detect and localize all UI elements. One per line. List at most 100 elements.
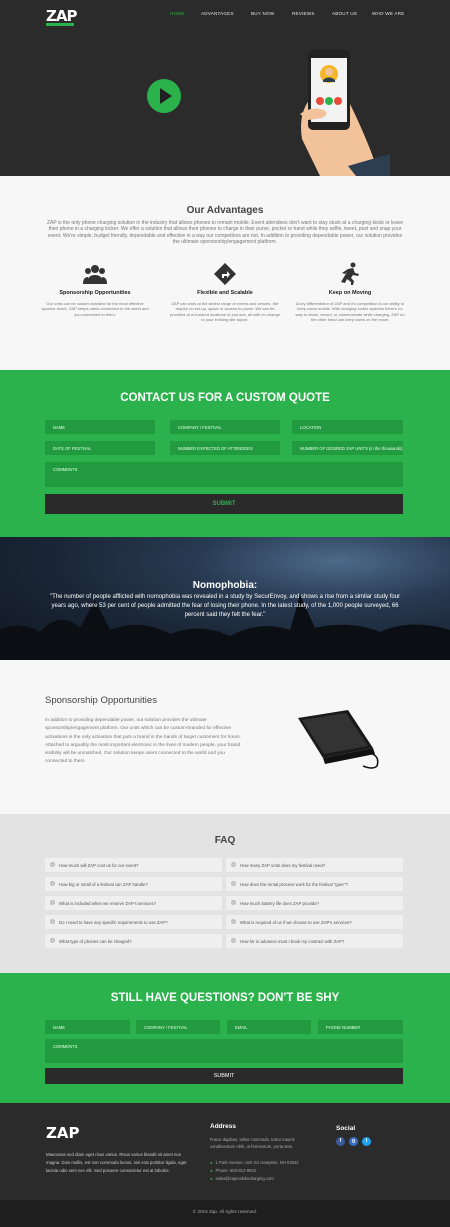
plus-icon: + bbox=[50, 900, 55, 905]
twitter-icon[interactable]: t bbox=[362, 1137, 371, 1146]
footer-about: Maecenas sed diam eget risus varius. Ris… bbox=[46, 1152, 187, 1173]
nav-about-us[interactable]: ABOUT US bbox=[332, 11, 357, 16]
name-field[interactable]: NAME bbox=[45, 1020, 130, 1034]
feature-moving: Keep on Moving A key differentiator of Z… bbox=[295, 262, 405, 322]
nav-who-we-are[interactable]: WHO WE ARE bbox=[372, 11, 404, 16]
faq-question: How does the rental process work for the… bbox=[240, 882, 348, 887]
plus-icon: + bbox=[50, 938, 55, 943]
company-field[interactable]: COMPANY / FESTIVAL bbox=[136, 1020, 220, 1034]
comments-field[interactable]: COMMENTS bbox=[45, 1039, 403, 1063]
plus-icon: + bbox=[231, 938, 236, 943]
sponsorship-title: Sponsorship Opportunities bbox=[45, 695, 157, 706]
location-field[interactable]: LOCATION bbox=[292, 420, 403, 434]
nomophobia-title: Nomophobia: bbox=[192, 580, 258, 591]
faq-item[interactable]: + How much battery life does ZAP provide? bbox=[226, 896, 403, 910]
advantages-section: Our Advantages ZAP is the only phone cha… bbox=[0, 176, 450, 370]
charger-phone-image bbox=[298, 710, 379, 769]
main-nav: HOME ADVANTAGES BUY NOW REVIEWS ABOUT US… bbox=[170, 11, 450, 19]
plus-icon: + bbox=[231, 862, 236, 867]
email-field[interactable]: EMAIL bbox=[227, 1020, 311, 1034]
name-field[interactable]: NAME bbox=[45, 420, 155, 434]
quote-form-section: CONTACT US FOR A CUSTOM QUOTE NAME COMPA… bbox=[0, 370, 450, 537]
people-icon bbox=[40, 262, 150, 286]
social-title: Social bbox=[336, 1125, 356, 1132]
copyright-bar: © 2016 Zap. All rights reserved. bbox=[0, 1200, 450, 1227]
faq-section: FAQ + How much will ZAP cost us for our e… bbox=[0, 814, 450, 973]
nav-home[interactable]: HOME bbox=[170, 11, 185, 16]
sponsorship-text: In addition to providing dependable powe… bbox=[45, 718, 241, 765]
email-text: sales@zapmobilecharging.com bbox=[215, 1176, 274, 1181]
feature-sponsorship: Sponsorship Opportunities Our units can … bbox=[40, 262, 150, 317]
quote-form-title: CONTACT US FOR A CUSTOM QUOTE bbox=[120, 392, 330, 404]
faq-question: How big or small of a festival can ZAP h… bbox=[59, 882, 148, 887]
faq-item[interactable]: + How big or small of a festival can ZAP … bbox=[45, 877, 222, 891]
faq-item[interactable]: + How far in advance must I book my contr… bbox=[226, 934, 403, 948]
address-title: Address bbox=[210, 1123, 237, 1130]
plus-icon: + bbox=[50, 862, 55, 867]
footer-logo[interactable]: ZAP bbox=[46, 1124, 79, 1142]
faq-question: Do I need to have any specific requireme… bbox=[59, 920, 168, 925]
submit-button[interactable]: SUBMIT bbox=[45, 494, 403, 514]
plus-icon: + bbox=[231, 919, 236, 924]
street-text: 1 Park Avenue, Unit G1 Hampton, NH 03842 bbox=[215, 1160, 299, 1165]
footer: ZAP Maecenas sed diam eget risus varius.… bbox=[0, 1103, 450, 1200]
email-icon: ● bbox=[210, 1176, 213, 1181]
nav-advantages[interactable]: ADVANTAGES bbox=[201, 11, 234, 16]
faq-question: How much will ZAP cost us for our event? bbox=[59, 863, 139, 868]
faq-question: What is included when we reserve ZAP's s… bbox=[59, 901, 157, 906]
play-icon[interactable] bbox=[147, 79, 181, 113]
plus-icon: + bbox=[50, 919, 55, 924]
submit-button[interactable]: SUBMIT bbox=[45, 1068, 403, 1084]
hero-section: ZAP HOME ADVANTAGES BUY NOW REVIEWS ABOU… bbox=[0, 0, 450, 176]
faq-question: How many ZAP units does my festival need… bbox=[240, 863, 326, 868]
units-field[interactable]: NUMBER OF DESIRED ZAP UNITS (in the thou… bbox=[292, 441, 403, 455]
faq-item[interactable]: + How much will ZAP cost us for our event… bbox=[45, 858, 222, 872]
faq-item[interactable]: + What type of phones can be charged? bbox=[45, 934, 222, 948]
faq-question: How far in advance must I book my contra… bbox=[240, 939, 345, 944]
feature-text: ZAP can work at the widest range of even… bbox=[170, 301, 280, 322]
date-field[interactable]: DATE OF FESTIVAL bbox=[45, 441, 155, 455]
faq-item[interactable]: + Do I need to have any specific requirem… bbox=[45, 915, 222, 929]
comments-field[interactable]: COMMENTS bbox=[45, 462, 403, 487]
plus-icon: + bbox=[50, 881, 55, 886]
questions-form-title: STILL HAVE QUESTIONS? DON'T BE SHY bbox=[110, 992, 340, 1004]
faq-item[interactable]: + How many ZAP units does my festival nee… bbox=[226, 858, 403, 872]
phone-icon: ● bbox=[210, 1168, 213, 1173]
street-line: ● 1 Park Avenue, Unit G1 Hampton, NH 0384… bbox=[210, 1160, 299, 1165]
attendees-field[interactable]: NUMBER EXPECTED OF ATTENDEES bbox=[170, 441, 280, 455]
plus-icon: + bbox=[231, 881, 236, 886]
email-line[interactable]: ● sales@zapmobilecharging.com bbox=[210, 1176, 274, 1181]
plus-icon: + bbox=[231, 900, 236, 905]
address-text: Fusce dapibus, tellus commodo, tortor ma… bbox=[210, 1137, 295, 1149]
header-logo[interactable]: ZAP bbox=[46, 7, 78, 26]
faq-question: What is required of us if we choose to u… bbox=[240, 920, 352, 925]
advantages-title: Our Advantages bbox=[186, 205, 264, 216]
sponsorship-section: Sponsorship Opportunities In addition to… bbox=[0, 660, 450, 814]
feature-title: Keep on Moving bbox=[328, 290, 372, 296]
feature-title: Sponsorship Opportunities bbox=[59, 290, 131, 296]
company-field[interactable]: COMPANY / FESTIVAL bbox=[170, 420, 280, 434]
advantages-intro: ZAP is the only phone charging solution … bbox=[46, 220, 404, 245]
googleplus-icon[interactable]: g bbox=[349, 1137, 358, 1146]
faq-item[interactable]: + What is included when we reserve ZAP's … bbox=[45, 896, 222, 910]
facebook-icon[interactable]: f bbox=[336, 1137, 345, 1146]
runner-icon bbox=[295, 262, 405, 286]
copyright-text: © 2016 Zap. All rights reserved. bbox=[192, 1209, 258, 1214]
hand-phone-illustration bbox=[300, 50, 390, 176]
faq-item[interactable]: + How does the rental process work for th… bbox=[226, 877, 403, 891]
feature-flexible: Flexible and Scalable ZAP can work at th… bbox=[170, 262, 280, 322]
directions-icon bbox=[170, 262, 280, 286]
phone-line: ● Phone: 603-812-9502 bbox=[210, 1168, 256, 1173]
location-icon: ● bbox=[210, 1160, 213, 1165]
phone-field[interactable]: PHONE NUMBER bbox=[318, 1020, 403, 1034]
faq-question: What type of phones can be charged? bbox=[59, 939, 132, 944]
faq-title: FAQ bbox=[214, 835, 236, 846]
feature-text: Our units can be custom branded for the … bbox=[41, 301, 149, 317]
nomophobia-section: Nomophobia: "The number of people afflic… bbox=[0, 537, 450, 660]
feature-text: A key differentiator of ZAP and it's com… bbox=[295, 301, 405, 322]
phone-text: Phone: 603-812-9502 bbox=[215, 1168, 257, 1173]
faq-item[interactable]: + What is required of us if we choose to … bbox=[226, 915, 403, 929]
nav-buy-now[interactable]: BUY NOW bbox=[251, 11, 274, 16]
nomophobia-quote: "The number of people afflicted with nom… bbox=[49, 594, 401, 618]
nav-reviews[interactable]: REVIEWS bbox=[292, 11, 315, 16]
